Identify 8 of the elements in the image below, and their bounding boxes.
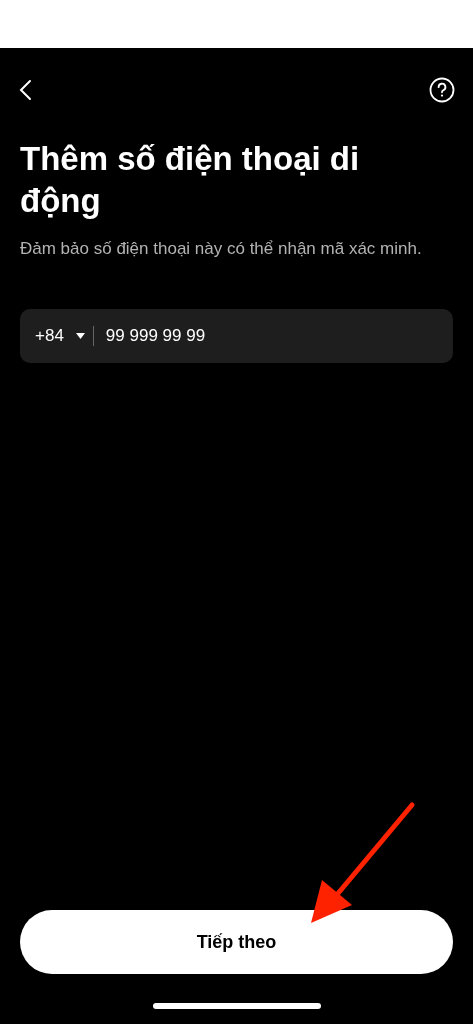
page-title: Thêm số điện thoại di động: [20, 139, 360, 221]
country-code[interactable]: +84: [35, 323, 64, 349]
dropdown-caret-icon: [75, 333, 85, 339]
subtitle: Đảm bảo số điện thoại này có thể nhận mã xác minh.: [20, 238, 423, 260]
next-button[interactable]: Tiếp theo: [20, 910, 453, 974]
help-icon[interactable]: [429, 77, 455, 103]
phone-field[interactable]: +84 99 999 99 99: [20, 309, 453, 363]
back-icon[interactable]: [18, 78, 34, 102]
